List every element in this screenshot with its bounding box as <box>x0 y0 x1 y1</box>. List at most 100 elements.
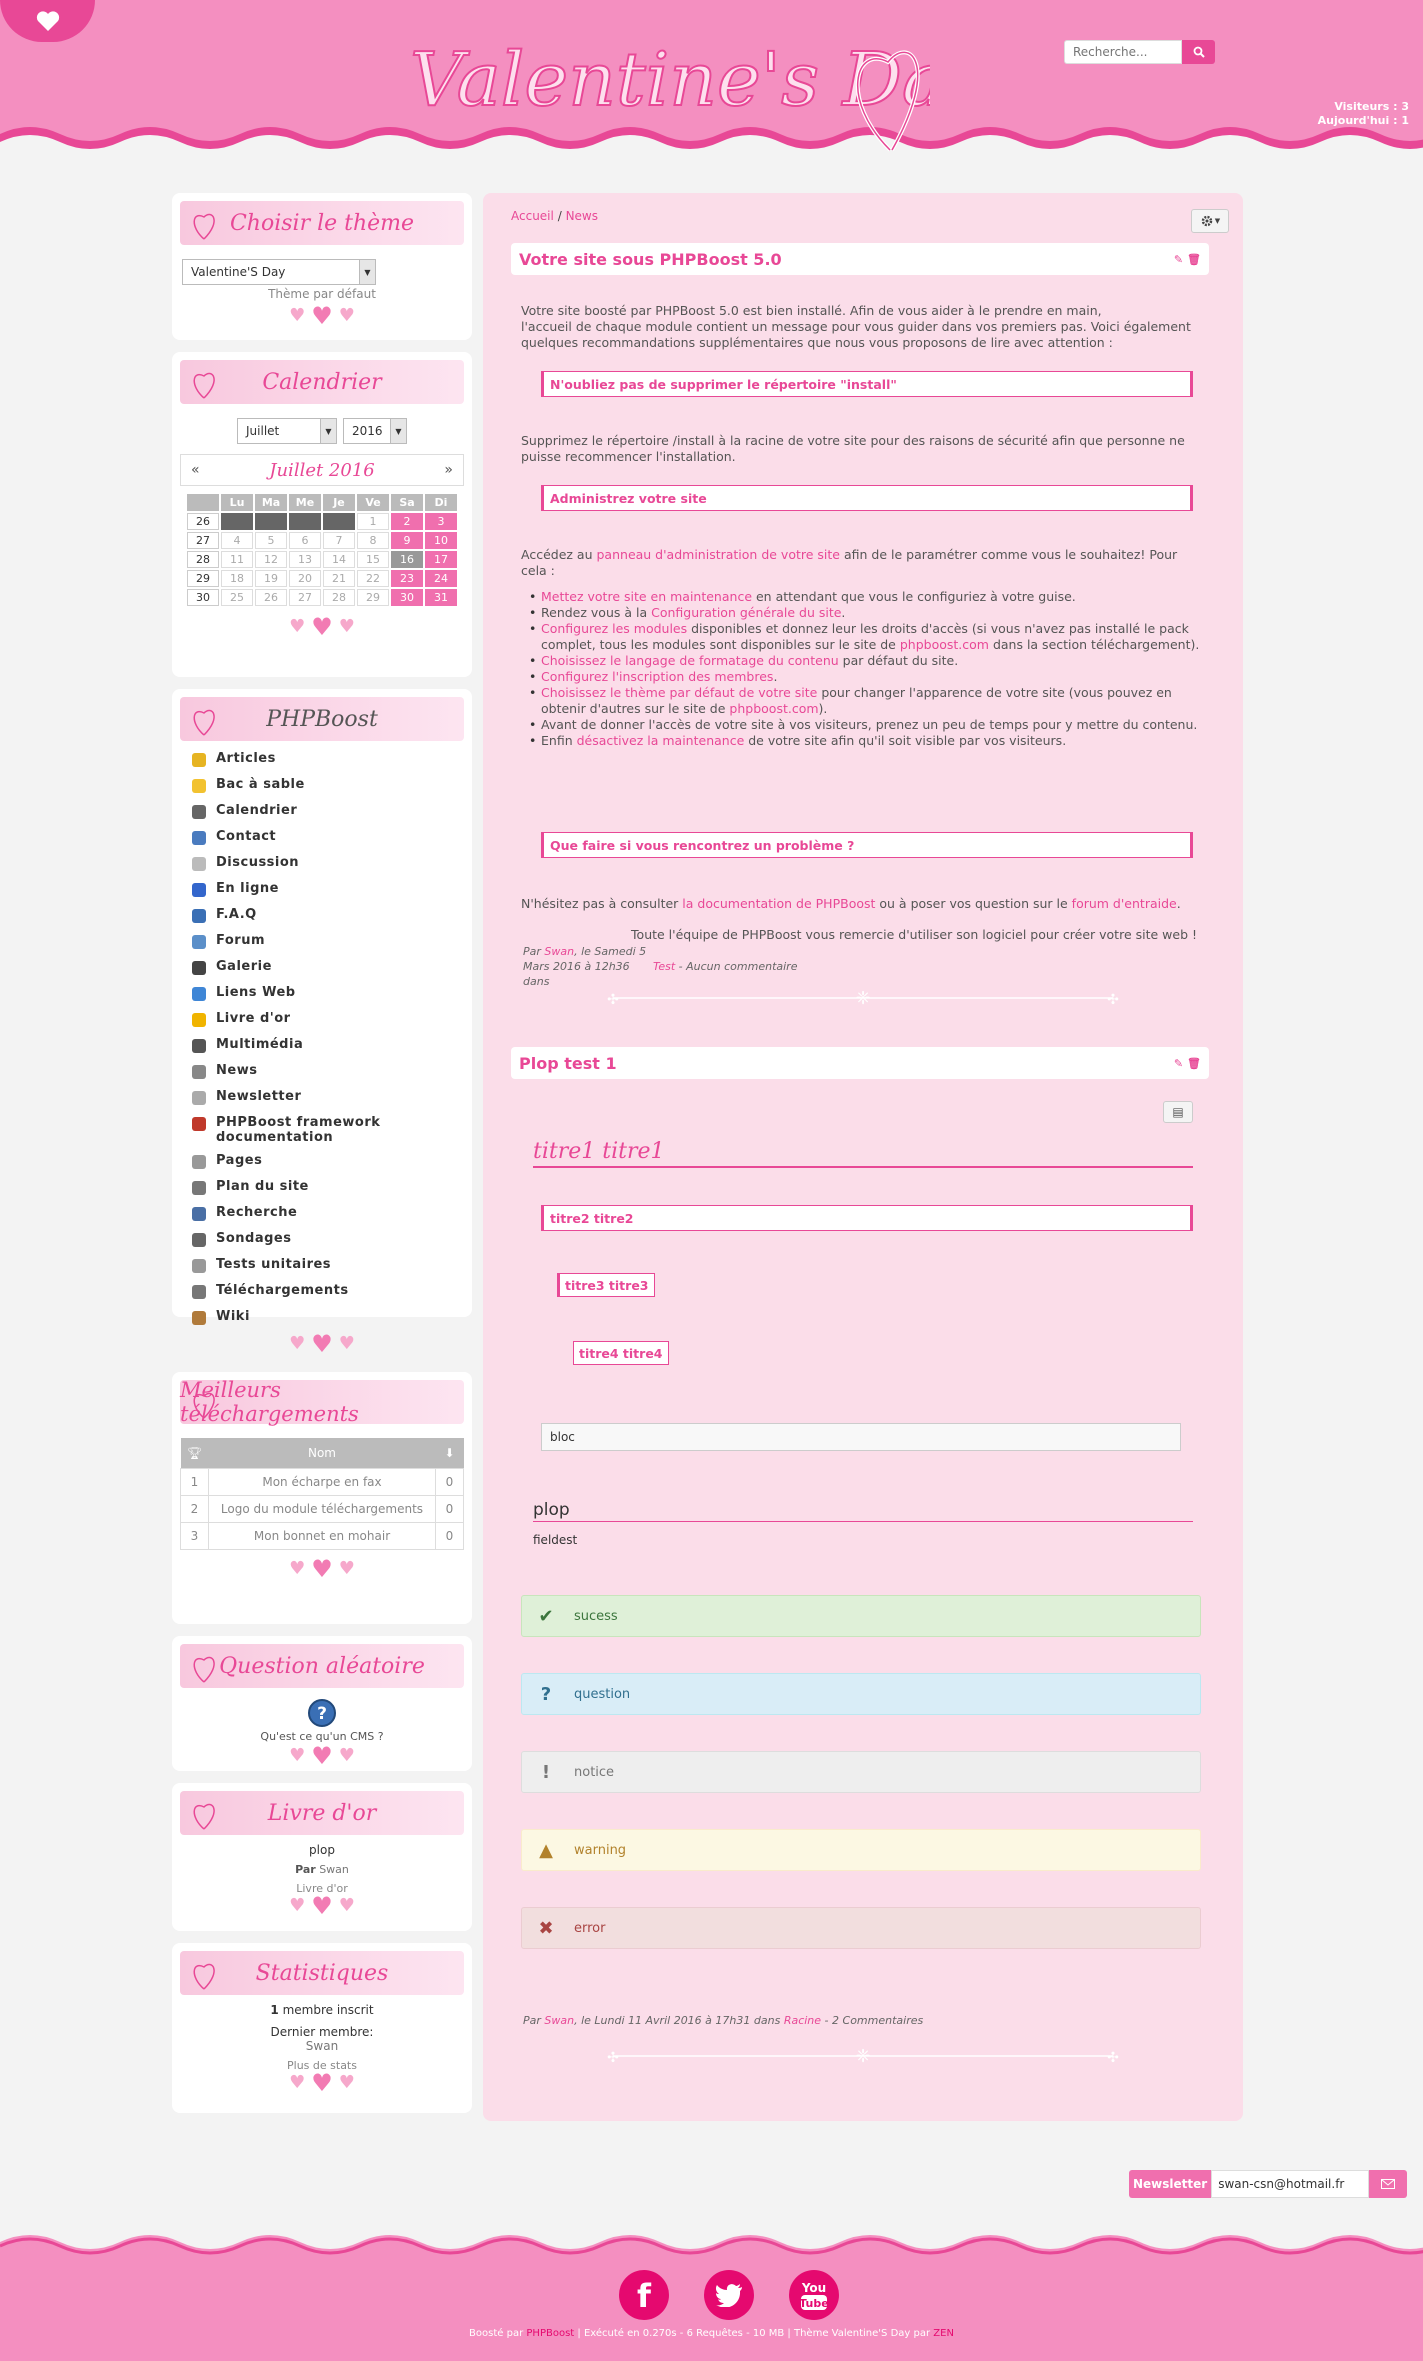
download-name-link[interactable]: Mon écharpe en fax <box>208 1467 436 1496</box>
newsletter-subscribe-button[interactable] <box>1369 2170 1408 2198</box>
documentation-link[interactable]: la documentation de PHPBoost <box>682 896 875 911</box>
calendar-day[interactable]: 1 <box>357 513 389 530</box>
calendar-day[interactable]: 14 <box>323 551 355 568</box>
step-link[interactable]: Choisissez le thème par défaut de votre … <box>541 685 817 700</box>
calendar-day[interactable]: 11 <box>221 551 253 568</box>
forum-link[interactable]: forum d'entraide <box>1072 896 1177 911</box>
category-link[interactable]: Racine <box>784 2014 821 2027</box>
calendar-day[interactable]: 25 <box>221 589 253 606</box>
site-logo[interactable]: Valentine's Day <box>400 10 930 165</box>
download-name-link[interactable]: Mon bonnet en mohair <box>208 1521 436 1550</box>
last-member-link[interactable]: Swan <box>306 2039 338 2053</box>
step-link[interactable]: Configurez l'inscription des membres <box>541 669 773 684</box>
step-link[interactable]: désactivez la maintenance <box>577 733 745 748</box>
calendar-day[interactable]: 4 <box>221 532 253 549</box>
calendar-day[interactable]: 29 <box>357 589 389 606</box>
module-settings-button[interactable]: ▼ <box>1191 209 1229 233</box>
next-month-button[interactable]: » <box>444 462 453 478</box>
article-title-link[interactable]: Votre site sous PHPBoost 5.0 <box>519 250 782 269</box>
module-link[interactable]: PHPBoost framework documentation <box>192 1115 452 1153</box>
phpboost-site-link[interactable]: phpboost.com <box>900 637 989 652</box>
step-link[interactable]: Configuration générale du site <box>651 605 841 620</box>
module-link[interactable]: Sondages <box>192 1231 452 1257</box>
youtube-button[interactable]: You Tube <box>789 2270 839 2320</box>
print-icon[interactable]: ▤ <box>1163 1101 1193 1123</box>
author-link[interactable]: Swan <box>544 2014 574 2027</box>
theme-author-link[interactable]: ZEN <box>933 2328 954 2339</box>
calendar-day[interactable]: 9 <box>391 532 423 549</box>
module-link[interactable]: Bac à sable <box>192 777 452 803</box>
module-link[interactable]: Recherche <box>192 1205 452 1231</box>
delete-icon[interactable]: 🗑︎ <box>1187 1057 1201 1070</box>
calendar-day[interactable]: 24 <box>425 570 457 587</box>
phpboost-link[interactable]: PHPBoost <box>526 2328 574 2339</box>
module-link[interactable]: Discussion <box>192 855 452 881</box>
calendar-day[interactable]: 23 <box>391 570 423 587</box>
module-link[interactable]: En ligne <box>192 881 452 907</box>
guestbook-author-link[interactable]: Swan <box>319 1863 349 1876</box>
delete-icon[interactable]: 🗑︎ <box>1187 253 1201 266</box>
calendar-day[interactable]: 30 <box>391 589 423 606</box>
module-link[interactable]: Livre d'or <box>192 1011 452 1037</box>
calendar-day[interactable]: 18 <box>221 570 253 587</box>
calendar-day[interactable]: 17 <box>425 551 457 568</box>
default-theme-link[interactable]: Thème par défaut <box>268 287 376 301</box>
calendar-day[interactable]: 5 <box>255 532 287 549</box>
twitter-button[interactable] <box>704 2270 754 2320</box>
module-link[interactable]: Plan du site <box>192 1179 452 1205</box>
calendar-day[interactable]: 2 <box>391 513 423 530</box>
module-link[interactable]: Galerie <box>192 959 452 985</box>
step-link[interactable]: Configurez les modules <box>541 621 687 636</box>
step-link[interactable]: Mettez votre site en maintenance <box>541 589 752 604</box>
module-link[interactable]: Contact <box>192 829 452 855</box>
calendar-day[interactable]: 26 <box>255 589 287 606</box>
theme-select[interactable]: Valentine'S Day ▼ <box>182 259 376 285</box>
calendar-day[interactable]: 8 <box>357 532 389 549</box>
search-input[interactable] <box>1064 40 1182 64</box>
admin-panel-link[interactable]: panneau d'administration de votre site <box>597 547 840 562</box>
calendar-day[interactable]: 15 <box>357 551 389 568</box>
breadcrumb-home[interactable]: Accueil <box>511 209 554 223</box>
prev-month-button[interactable]: « <box>191 462 200 478</box>
calendar-day[interactable]: 22 <box>357 570 389 587</box>
module-link[interactable]: F.A.Q <box>192 907 452 933</box>
article-title-link[interactable]: Plop test 1 <box>519 1054 617 1073</box>
search-button[interactable] <box>1182 40 1215 64</box>
module-link[interactable]: Calendrier <box>192 803 452 829</box>
year-select[interactable]: 2016 ▼ <box>343 418 407 444</box>
module-link[interactable]: News <box>192 1063 452 1089</box>
module-link[interactable]: Liens Web <box>192 985 452 1011</box>
calendar-day[interactable]: 20 <box>289 570 321 587</box>
module-link[interactable]: Pages <box>192 1153 452 1179</box>
month-select[interactable]: Juillet ▼ <box>237 418 337 444</box>
module-link[interactable]: Forum <box>192 933 452 959</box>
download-name-link[interactable]: Logo du module téléchargements <box>208 1494 436 1523</box>
calendar-day[interactable]: 6 <box>289 532 321 549</box>
module-link[interactable]: Articles <box>192 751 452 777</box>
calendar-day[interactable]: 3 <box>425 513 457 530</box>
edit-icon[interactable]: ✎ <box>1174 253 1183 266</box>
calendar-day[interactable]: 7 <box>323 532 355 549</box>
calendar-day[interactable]: 21 <box>323 570 355 587</box>
step-link[interactable]: Choisissez le langage de formatage du co… <box>541 653 839 668</box>
module-link[interactable]: Multimédia <box>192 1037 452 1063</box>
calendar-day[interactable]: 16 <box>391 551 423 568</box>
breadcrumb-news[interactable]: News <box>566 209 598 223</box>
facebook-button[interactable]: f <box>619 2270 669 2320</box>
calendar-day[interactable]: 28 <box>323 589 355 606</box>
calendar-day[interactable]: 31 <box>425 589 457 606</box>
edit-icon[interactable]: ✎ <box>1174 1057 1183 1070</box>
author-link[interactable]: Swan <box>544 945 574 958</box>
calendar-day[interactable]: 27 <box>289 589 321 606</box>
module-link[interactable]: Newsletter <box>192 1089 452 1115</box>
phpboost-site-link[interactable]: phpboost.com <box>729 701 818 716</box>
heart-badge[interactable] <box>0 0 95 42</box>
newsletter-email-input[interactable] <box>1211 2170 1370 2198</box>
module-link[interactable]: Téléchargements <box>192 1283 452 1309</box>
calendar-day[interactable]: 10 <box>425 532 457 549</box>
module-link[interactable]: Tests unitaires <box>192 1257 452 1283</box>
category-link[interactable]: Test <box>653 960 675 973</box>
calendar-day[interactable]: 12 <box>255 551 287 568</box>
calendar-day[interactable]: 13 <box>289 551 321 568</box>
calendar-day[interactable]: 19 <box>255 570 287 587</box>
